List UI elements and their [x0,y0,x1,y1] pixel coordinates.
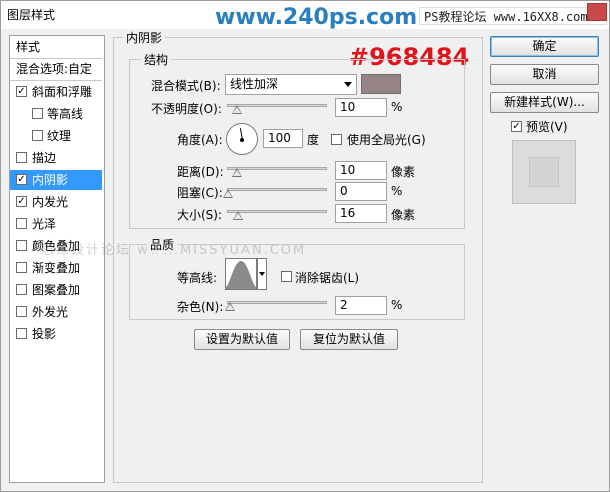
opacity-slider-thumb[interactable] [232,105,242,114]
opacity-input[interactable]: 10 [335,98,387,117]
style-item-label: 内阴影 [32,173,69,187]
layer-style-dialog: 图层样式 www.240ps.com PS教程论坛 www.16XX8.com … [0,0,610,492]
anti-alias-checkbox[interactable] [281,271,292,282]
set-default-button[interactable]: 设置为默认值 [194,329,290,350]
checkbox[interactable]: ✓ [16,86,27,97]
style-item-satin[interactable]: 光泽 [10,214,102,234]
style-item-label: 外发光 [32,305,69,319]
checkbox[interactable] [32,130,43,141]
checkbox[interactable] [16,262,27,273]
reset-default-button[interactable]: 复位为默认值 [300,329,398,350]
dialog-title: 图层样式 [7,8,56,22]
noise-slider-thumb[interactable] [225,302,235,311]
angle-label: 角度(A): [177,133,223,147]
checkbox[interactable] [16,284,27,295]
styles-list: 样式 混合选项:自定 ✓ 斜面和浮雕 等高线 纹理 描边 ✓ 内阴影 ✓ 内发光 [9,35,105,483]
noise-slider[interactable] [227,301,327,304]
checkbox[interactable] [16,328,27,339]
noise-label: 杂色(N): [177,300,224,314]
style-item-label: 光泽 [32,217,57,231]
contour-dropdown[interactable] [257,258,267,290]
cancel-button[interactable]: 取消 [490,64,599,85]
blend-mode-select[interactable]: 线性加深 [225,74,357,95]
noise-unit: % [391,298,403,312]
anti-alias-label: 消除锯齿(L) [295,271,360,285]
contour-picker[interactable] [225,258,257,290]
style-preview-thumbnail [512,140,576,204]
style-item-label: 描边 [32,151,57,165]
style-item-label: 内发光 [32,195,69,209]
size-unit: 像素 [391,208,416,222]
ok-button[interactable]: 确定 [490,36,599,57]
preview-label: 预览(V) [526,120,568,134]
style-item-gradient-overlay[interactable]: 渐变叠加 [10,258,102,278]
inner-shadow-title: 内阴影 [123,29,166,46]
angle-input[interactable]: 100 [263,129,303,148]
angle-dial[interactable] [226,123,258,155]
style-item-label: 投影 [32,327,57,341]
styles-header[interactable]: 样式 [10,37,102,57]
choke-slider-thumb[interactable] [223,189,233,198]
choke-slider[interactable] [227,188,327,191]
watermark-forum: PS教程论坛 www.16XX8.com [419,7,607,25]
contour-label: 等高线: [177,271,218,285]
preview-checkbox[interactable]: ✓ [511,121,522,132]
shadow-color-swatch[interactable] [361,74,401,94]
global-light-checkbox[interactable] [331,134,342,145]
preview-inner-square [529,157,559,187]
chevron-down-icon [344,82,352,87]
style-item-inner-glow[interactable]: ✓ 内发光 [10,192,102,212]
opacity-label: 不透明度(O): [151,102,222,116]
distance-input[interactable]: 10 [335,161,387,180]
choke-unit: % [391,184,403,198]
divider [10,80,102,81]
chevron-down-icon [259,272,265,276]
distance-label: 距离(D): [177,165,224,179]
quality-title: 品质 [147,236,178,253]
contour-curve-icon [226,261,256,289]
close-icon[interactable] [587,3,607,21]
noise-input[interactable]: 2 [335,296,387,315]
checkbox[interactable]: ✓ [16,196,27,207]
style-item-contour[interactable]: 等高线 [10,104,102,124]
style-item-bevel-emboss[interactable]: ✓ 斜面和浮雕 [10,82,102,102]
angle-unit: 度 [307,133,320,147]
style-item-drop-shadow[interactable]: 投影 [10,324,102,344]
style-item-inner-shadow[interactable]: ✓ 内阴影 [10,170,102,190]
distance-slider-thumb[interactable] [232,168,242,177]
new-style-button[interactable]: 新建样式(W)... [490,92,599,113]
choke-input[interactable]: 0 [335,182,387,201]
size-label: 大小(S): [177,208,223,222]
style-item-label: 渐变叠加 [32,261,81,275]
checkbox[interactable] [16,152,27,163]
structure-title: 结构 [141,51,172,68]
style-item-label: 图案叠加 [32,283,81,297]
style-item-label: 等高线 [47,107,84,121]
style-item-stroke[interactable]: 描边 [10,148,102,168]
style-item-label: 纹理 [47,129,72,143]
distance-slider[interactable] [227,167,327,170]
opacity-unit: % [391,100,403,114]
checkbox[interactable] [16,218,27,229]
checkbox[interactable] [16,240,27,251]
watermark-site: www.240ps.com [215,5,418,30]
checkbox[interactable] [32,108,43,119]
global-light-label: 使用全局光(G) [347,133,426,147]
style-item-texture[interactable]: 纹理 [10,126,102,146]
choke-label: 阻塞(C): [177,186,223,200]
distance-unit: 像素 [391,165,416,179]
blending-options[interactable]: 混合选项:自定 [10,59,102,79]
style-item-outer-glow[interactable]: 外发光 [10,302,102,322]
blend-mode-value: 线性加深 [230,77,279,91]
title-bar: 图层样式 www.240ps.com PS教程论坛 www.16XX8.com [1,1,609,30]
opacity-slider[interactable] [227,104,327,107]
style-item-label: 斜面和浮雕 [32,85,93,99]
checkbox[interactable]: ✓ [16,174,27,185]
size-input[interactable]: 16 [335,204,387,223]
checkbox[interactable] [16,306,27,317]
style-item-pattern-overlay[interactable]: 图案叠加 [10,280,102,300]
size-slider-thumb[interactable] [233,211,243,220]
angle-dot [240,138,244,142]
blend-mode-label: 混合模式(B): [151,79,221,93]
